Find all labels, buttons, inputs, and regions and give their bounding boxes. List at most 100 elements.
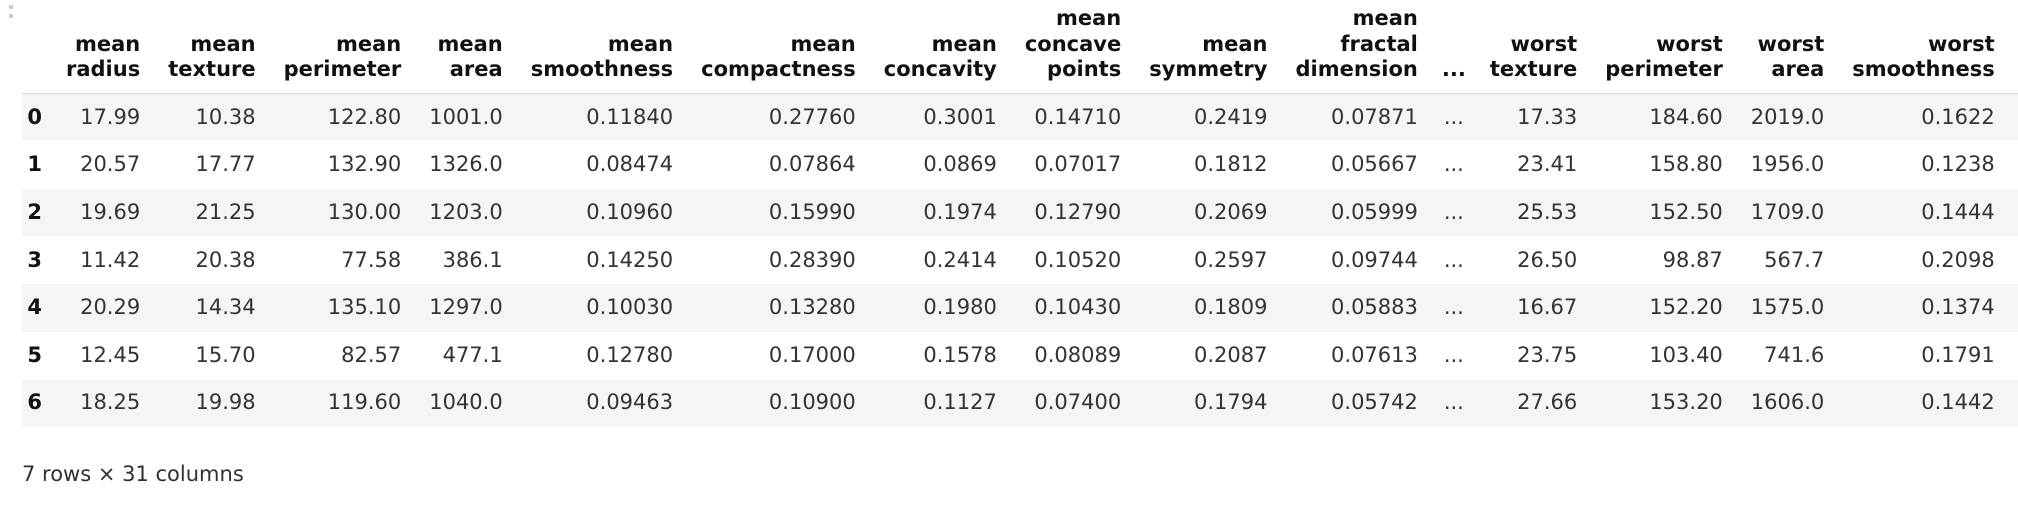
index-column-header (22, 0, 52, 94)
cell-mean-concave-points: 0.12790 (1034, 200, 1122, 225)
cell-mean-area: 1040.0 (429, 390, 503, 415)
row-index-label: 3 (27, 247, 42, 272)
cell-mean-compactness: 0.15990 (768, 200, 856, 225)
column-header-mean-smoothness[interactable]: mean smoothness (516, 0, 688, 94)
cell-mean-concavity: 0.1127 (923, 390, 997, 415)
cell-mean-compactness: 0.10900 (768, 390, 856, 415)
row-index-label: 2 (27, 200, 42, 225)
cell-mean-perimeter: 119.60 (327, 390, 402, 415)
cell-worst-smoothness: 0.2098 (1921, 247, 1995, 272)
cell-mean-texture: 17.77 (195, 152, 256, 177)
cell-worst-texture: 16.67 (1517, 295, 1578, 320)
cell-mean-concave-points: 0.10520 (1034, 247, 1122, 272)
cell-mean-perimeter: 77.58 (341, 247, 402, 272)
cell-worst-compactness: 0.5249 (2009, 332, 2018, 380)
cell-mean-area: 386.1 (442, 247, 503, 272)
cell-ellipsis: ... (1443, 200, 1464, 225)
dataframe-body: 0 17.99 10.38 122.80 1001.0 0.11840 0.27… (22, 93, 2018, 428)
column-header-worst-area[interactable]: worst area (1736, 0, 1839, 94)
cell-worst-area: 1709.0 (1750, 200, 1825, 225)
cell-mean-concave-points: 0.08089 (1034, 342, 1122, 367)
dataframe-table: mean radius mean texture mean perimeter … (22, 0, 2018, 428)
cell-mean-fractal-dimension: 0.09744 (1331, 247, 1418, 272)
cell-worst-compactness: 0.6656 (2009, 93, 2018, 141)
cell-worst-compactness: 0.2576 (2009, 379, 2018, 427)
cell-worst-perimeter: 158.80 (1649, 152, 1723, 177)
cell-mean-radius: 17.99 (80, 104, 141, 129)
column-header-worst-compactness[interactable]: worst compactness (2008, 0, 2018, 94)
output-collapser-button[interactable] (4, 5, 18, 31)
cell-mean-concavity: 0.3001 (923, 104, 997, 129)
cell-mean-area: 1001.0 (429, 104, 503, 129)
cell-mean-symmetry: 0.2069 (1194, 200, 1268, 225)
cell-mean-radius: 18.25 (80, 390, 141, 415)
cell-ellipsis: ... (1443, 104, 1464, 129)
cell-worst-smoothness: 0.1444 (1921, 200, 1995, 225)
column-header-worst-perimeter[interactable]: worst perimeter (1591, 0, 1737, 94)
cell-mean-symmetry: 0.2419 (1194, 104, 1268, 129)
cell-mean-fractal-dimension: 0.05742 (1331, 390, 1418, 415)
cell-worst-smoothness: 0.1442 (1921, 390, 1995, 415)
cell-mean-smoothness: 0.10030 (586, 295, 674, 320)
cell-mean-perimeter: 82.57 (341, 342, 402, 367)
cell-mean-concavity: 0.0869 (923, 152, 997, 177)
collapser-dot-lower-icon (9, 14, 13, 18)
column-header-worst-texture[interactable]: worst texture (1475, 0, 1592, 94)
cell-mean-fractal-dimension: 0.05667 (1331, 152, 1418, 177)
dataframe-scroll-container[interactable]: mean radius mean texture mean perimeter … (22, 0, 2018, 448)
cell-mean-perimeter: 130.00 (327, 200, 402, 225)
cell-ellipsis: ... (1443, 390, 1464, 415)
cell-ellipsis: ... (1443, 342, 1464, 367)
cell-worst-perimeter: 103.40 (1649, 342, 1723, 367)
cell-worst-area: 2019.0 (1750, 104, 1825, 129)
notebook-output-area: mean radius mean texture mean perimeter … (0, 0, 2018, 532)
cell-mean-concavity: 0.1974 (923, 200, 997, 225)
column-header-mean-fractal-dimension[interactable]: mean fractal dimension (1281, 0, 1432, 94)
cell-mean-radius: 20.29 (80, 295, 141, 320)
table-row[interactable]: 6 18.25 19.98 119.60 1040.0 0.09463 0.10… (22, 379, 2018, 428)
cell-mean-fractal-dimension: 0.07613 (1331, 342, 1418, 367)
cell-mean-area: 1297.0 (429, 295, 503, 320)
cell-mean-radius: 11.42 (80, 247, 141, 272)
cell-mean-compactness: 0.27760 (768, 104, 856, 129)
cell-mean-area: 1203.0 (429, 200, 503, 225)
cell-mean-concavity: 0.1980 (923, 295, 997, 320)
table-row[interactable]: 1 20.57 17.77 132.90 1326.0 0.08474 0.07… (22, 141, 2018, 190)
cell-mean-perimeter: 122.80 (327, 104, 402, 129)
cell-mean-compactness: 0.07864 (768, 152, 856, 177)
cell-mean-smoothness: 0.12780 (586, 342, 674, 367)
cell-mean-concavity: 0.2414 (923, 247, 997, 272)
cell-mean-texture: 14.34 (195, 295, 256, 320)
cell-mean-compactness: 0.13280 (768, 295, 856, 320)
table-row[interactable]: 0 17.99 10.38 122.80 1001.0 0.11840 0.27… (22, 93, 2018, 142)
table-row[interactable]: 5 12.45 15.70 82.57 477.1 0.12780 0.1700… (22, 331, 2018, 380)
dataframe-shape-label: 7 rows × 31 columns (22, 462, 244, 486)
column-header-mean-concavity[interactable]: mean concavity (869, 0, 1011, 94)
column-header-mean-area[interactable]: mean area (415, 0, 517, 94)
cell-worst-texture: 26.50 (1517, 247, 1578, 272)
cell-mean-perimeter: 135.10 (327, 295, 402, 320)
table-row[interactable]: 2 19.69 21.25 130.00 1203.0 0.10960 0.15… (22, 189, 2018, 237)
column-header-worst-smoothness[interactable]: worst smoothness (1838, 0, 2009, 94)
cell-mean-symmetry: 0.2597 (1194, 247, 1268, 272)
cell-mean-symmetry: 0.1794 (1194, 390, 1268, 415)
cell-mean-concave-points: 0.14710 (1034, 104, 1122, 129)
column-header-mean-perimeter[interactable]: mean perimeter (269, 0, 416, 94)
dataframe-header: mean radius mean texture mean perimeter … (22, 0, 2018, 94)
cell-worst-smoothness: 0.1238 (1921, 152, 1995, 177)
row-index-label: 1 (27, 152, 42, 177)
cell-mean-smoothness: 0.10960 (586, 200, 674, 225)
row-index-label: 5 (27, 342, 42, 367)
cell-mean-texture: 20.38 (195, 247, 256, 272)
table-row[interactable]: 4 20.29 14.34 135.10 1297.0 0.10030 0.13… (22, 284, 2018, 332)
column-header-mean-compactness[interactable]: mean compactness (687, 0, 870, 94)
column-header-mean-texture[interactable]: mean texture (154, 0, 270, 94)
table-row[interactable]: 3 11.42 20.38 77.58 386.1 0.14250 0.2839… (22, 236, 2018, 285)
column-header-mean-symmetry[interactable]: mean symmetry (1135, 0, 1282, 94)
cell-ellipsis: ... (1443, 247, 1464, 272)
column-header-mean-radius[interactable]: mean radius (52, 0, 155, 94)
cell-mean-fractal-dimension: 0.05883 (1331, 295, 1418, 320)
cell-worst-texture: 23.75 (1517, 342, 1578, 367)
row-index-label: 6 (27, 390, 42, 415)
column-header-mean-concave-points[interactable]: mean concave points (1010, 0, 1136, 94)
